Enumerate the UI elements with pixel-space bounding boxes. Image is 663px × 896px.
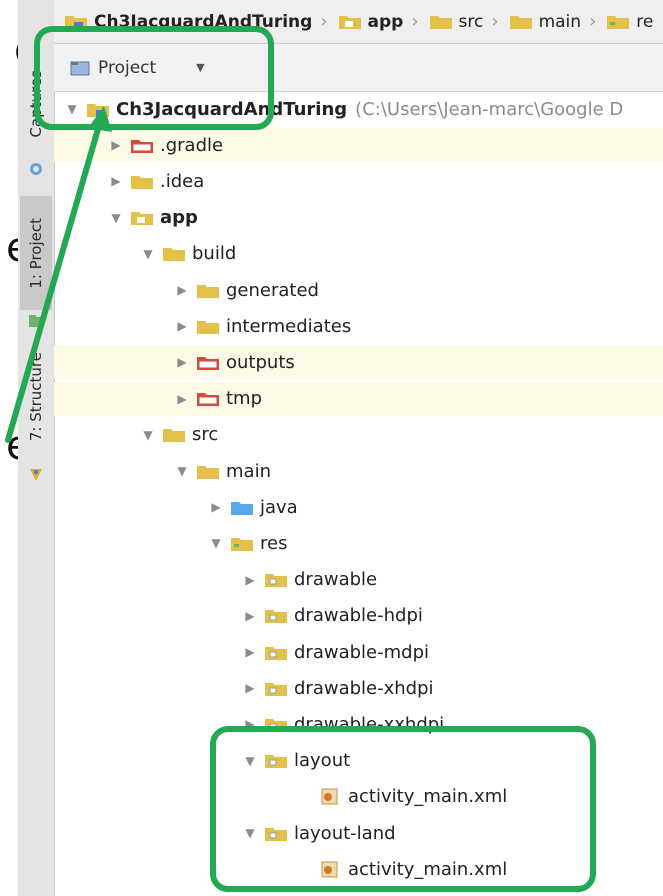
annotation-arrow bbox=[5, 106, 112, 443]
